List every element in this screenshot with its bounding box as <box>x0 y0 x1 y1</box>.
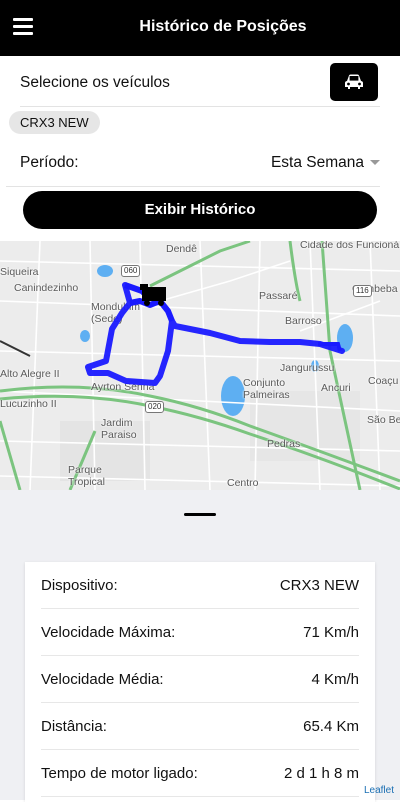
vehicle-selector-label: Selecione os veículos <box>20 74 170 91</box>
route-overlay <box>85 282 345 386</box>
selected-vehicle-chip[interactable]: CRX3 NEW <box>9 111 100 134</box>
period-select[interactable]: Esta Semana <box>271 154 380 172</box>
show-history-button[interactable]: Exibir Histórico <box>23 191 377 229</box>
summary-row: Dispositivo: CRX3 NEW <box>41 562 359 609</box>
summary-value: 65.4 Km <box>303 718 359 735</box>
route-path <box>85 282 345 386</box>
summary-key: Velocidade Máxima: <box>41 624 176 641</box>
vehicle-selector-row: Selecione os veículos <box>20 56 380 107</box>
summary-key: Velocidade Média: <box>41 671 164 688</box>
summary-key: Dispositivo: <box>41 577 118 594</box>
page-title: Histórico de Posições <box>139 18 307 35</box>
period-value: Esta Semana <box>270 154 364 171</box>
period-row: Período: Esta Semana <box>6 140 380 187</box>
summary-row: Distância: 65.4 Km <box>41 703 359 750</box>
map-view[interactable]: Cidade dos Funcionários Dendê Siqueira C… <box>0 241 400 490</box>
leaflet-attribution-link[interactable]: Leaflet <box>364 785 394 796</box>
chevron-down-icon <box>370 160 380 166</box>
app-header: Histórico de Posições <box>0 0 400 56</box>
drag-handle[interactable] <box>184 513 216 516</box>
car-icon <box>345 74 363 89</box>
select-vehicle-button[interactable] <box>330 63 378 101</box>
bottom-sheet: Dispositivo: CRX3 NEW Velocidade Máxima:… <box>0 490 400 802</box>
summary-value: CRX3 NEW <box>279 577 359 594</box>
summary-row: Tempo de motor ligado: 2 d 1 h 8 m <box>41 750 359 797</box>
summary-value: 71 Km/h <box>303 624 359 641</box>
summary-value: 2 d 1 h 8 m <box>283 765 359 782</box>
summary-card: Dispositivo: CRX3 NEW Velocidade Máxima:… <box>25 562 375 802</box>
summary-value: 4 Km/h <box>311 671 359 688</box>
summary-key: Tempo de motor ligado: <box>41 765 198 782</box>
summary-row: Velocidade Média: 4 Km/h <box>41 656 359 703</box>
period-label: Período: <box>20 154 79 171</box>
summary-row: Velocidade Máxima: 71 Km/h <box>41 609 359 656</box>
summary-key: Distância: <box>41 718 107 735</box>
